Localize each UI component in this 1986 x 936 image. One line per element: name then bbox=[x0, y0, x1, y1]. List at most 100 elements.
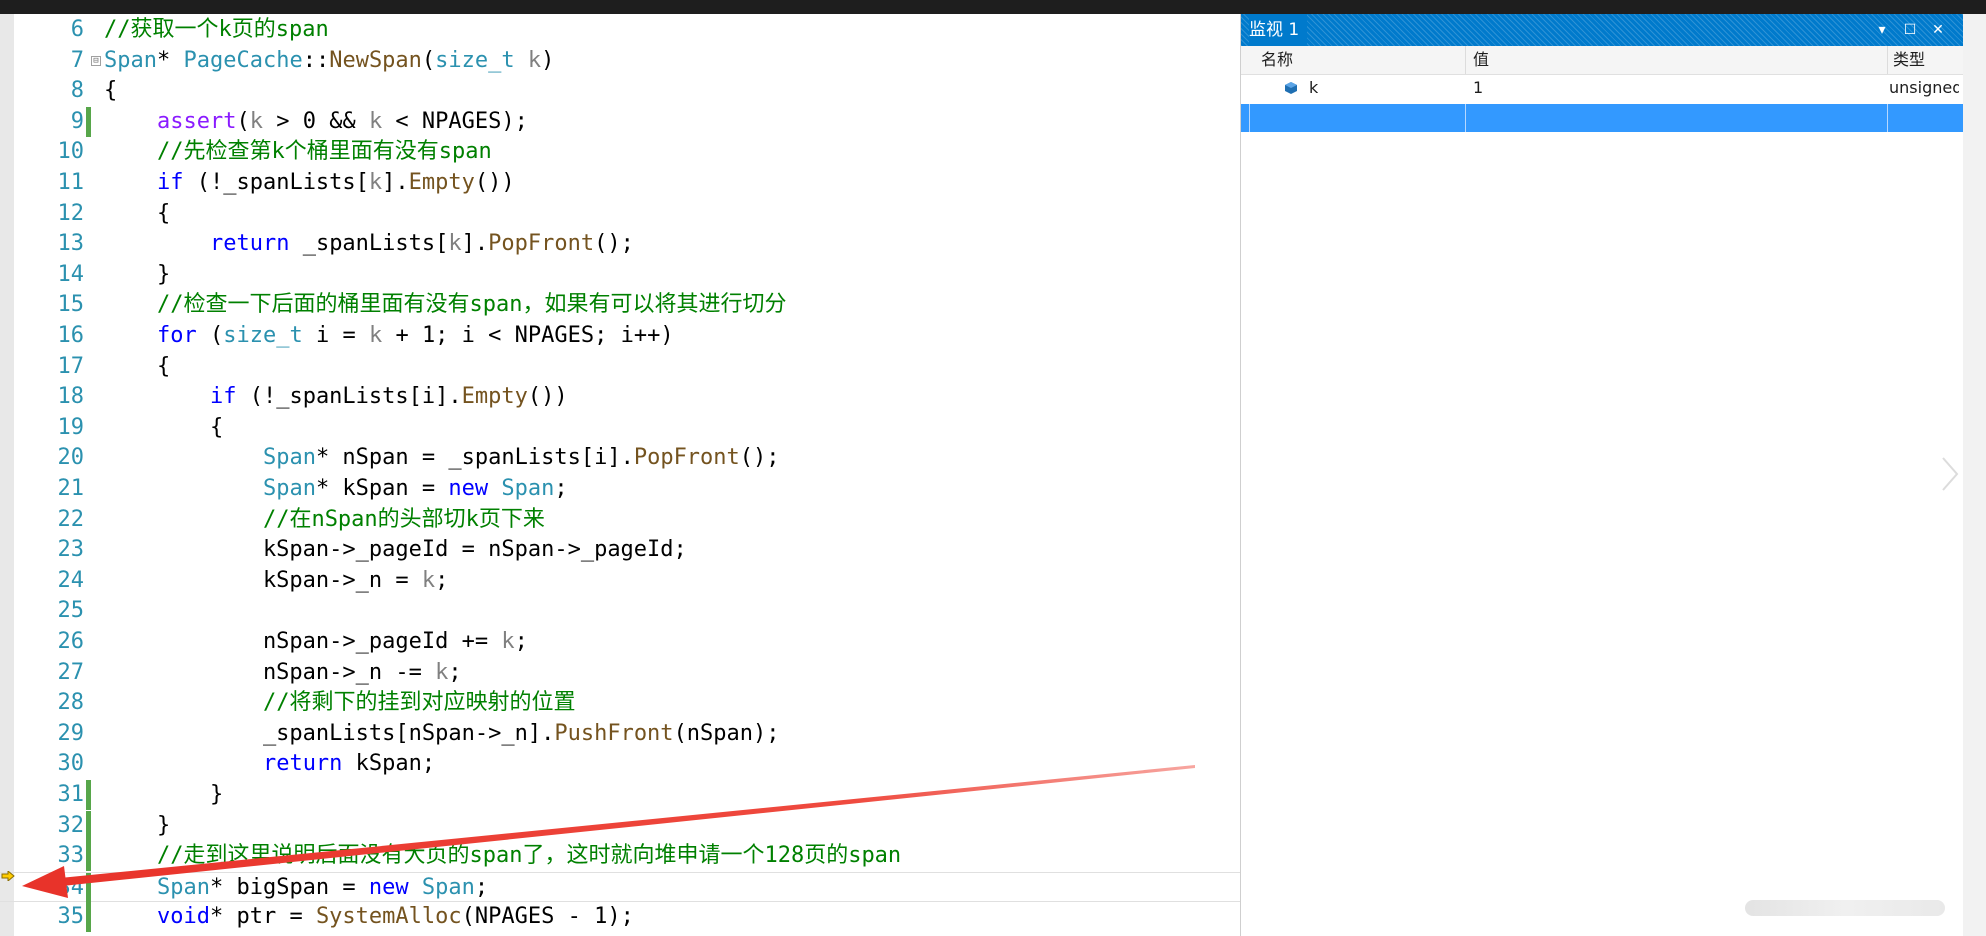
code-line[interactable]: 35 void* ptr = SystemAlloc(NPAGES - 1); bbox=[0, 902, 1240, 933]
line-number: 19 bbox=[57, 414, 85, 440]
code-token: Span bbox=[104, 47, 157, 73]
code-line[interactable]: 32 } bbox=[0, 810, 1240, 841]
code-text[interactable]: assert(k > 0 && k < NPAGES); bbox=[104, 107, 528, 137]
code-token: PushFront bbox=[554, 720, 674, 746]
code-text[interactable]: } bbox=[104, 780, 223, 810]
maximize-icon[interactable]: ☐ bbox=[1901, 21, 1919, 39]
column-header-name[interactable]: 名称 bbox=[1261, 46, 1293, 74]
code-token: + 1; i < NPAGES; i++) bbox=[382, 323, 674, 348]
code-token: //获取一个k页的span bbox=[104, 17, 329, 42]
column-divider[interactable] bbox=[1887, 46, 1888, 74]
code-text[interactable]: //获取一个k页的span bbox=[104, 15, 329, 45]
code-line[interactable]: 10 //先检查第k个桶里面有没有span bbox=[0, 137, 1240, 167]
change-indicator bbox=[86, 780, 91, 810]
code-line[interactable]: 25 bbox=[0, 596, 1240, 626]
code-line[interactable]: 13 return _spanLists[k].PopFront(); bbox=[0, 229, 1240, 259]
code-text[interactable]: } bbox=[104, 260, 170, 290]
watch-item-value[interactable]: 1 bbox=[1473, 74, 1483, 102]
code-text[interactable]: nSpan->_n -= k; bbox=[104, 658, 462, 688]
close-icon[interactable]: ✕ bbox=[1929, 21, 1947, 39]
code-line[interactable]: 15 //检查一下后面的桶里面有没有span，如果有可以将其进行切分 bbox=[0, 290, 1240, 320]
code-line[interactable]: 11 if (!_spanLists[k].Empty()) bbox=[0, 168, 1240, 198]
code-line[interactable]: 14 } bbox=[0, 260, 1240, 290]
code-token: { bbox=[104, 200, 171, 226]
code-line[interactable]: 16 for (size_t i = k + 1; i < NPAGES; i+… bbox=[0, 321, 1240, 351]
code-line[interactable]: 9 assert(k > 0 && k < NPAGES); bbox=[0, 106, 1240, 137]
code-text[interactable]: { bbox=[104, 413, 223, 443]
code-line[interactable]: 21 Span* kSpan = new Span; bbox=[0, 474, 1240, 504]
code-text[interactable]: } bbox=[104, 811, 170, 841]
code-token: (); bbox=[594, 231, 634, 257]
code-line-current[interactable]: 34 Span* bigSpan = new Span; bbox=[0, 871, 1240, 903]
code-token: (!_spanLists[ bbox=[183, 170, 369, 195]
code-line[interactable]: 26 nSpan->_pageId += k; bbox=[0, 627, 1240, 657]
code-line[interactable]: 29 _spanLists[nSpan->_n].PushFront(nSpan… bbox=[0, 719, 1240, 749]
code-line[interactable]: 6 //获取一个k页的span bbox=[0, 15, 1240, 45]
column-header-value[interactable]: 值 bbox=[1473, 46, 1489, 74]
code-text[interactable]: if (!_spanLists[i].Empty()) bbox=[104, 382, 568, 412]
code-text[interactable]: kSpan->_pageId = nSpan->_pageId; bbox=[104, 535, 687, 565]
code-text[interactable]: Span* nSpan = _spanLists[i].PopFront(); bbox=[104, 443, 780, 473]
code-text[interactable]: if (!_spanLists[k].Empty()) bbox=[104, 168, 515, 198]
code-text[interactable]: for (size_t i = k + 1; i < NPAGES; i++) bbox=[104, 321, 674, 351]
code-text[interactable]: Span* kSpan = new Span; bbox=[104, 474, 568, 504]
code-line[interactable]: 12 { bbox=[0, 199, 1240, 229]
line-number: 10 bbox=[57, 139, 85, 165]
code-token: ( bbox=[236, 108, 250, 134]
code-text[interactable]: Span* bigSpan = new Span; bbox=[104, 873, 488, 903]
code-text[interactable]: return _spanLists[k].PopFront(); bbox=[104, 229, 634, 259]
code-text[interactable]: //将剩下的挂到对应映射的位置 bbox=[104, 688, 576, 718]
code-line[interactable]: 30 return kSpan; bbox=[0, 749, 1240, 779]
code-text[interactable]: //先检查第k个桶里面有没有span bbox=[104, 137, 492, 167]
code-line[interactable]: 18 if (!_spanLists[i].Empty()) bbox=[0, 382, 1240, 412]
code-line[interactable]: 24 kSpan->_n = k; bbox=[0, 566, 1240, 596]
column-divider[interactable] bbox=[1465, 46, 1466, 74]
code-text[interactable]: //检查一下后面的桶里面有没有span，如果有可以将其进行切分 bbox=[104, 290, 786, 320]
line-number: 31 bbox=[57, 782, 85, 807]
code-line[interactable]: 33 //走到这里说明后面没有大页的span了，这时就向堆申请一个128页的sp… bbox=[0, 841, 1240, 872]
code-token: //走到这里说明后面没有大页的span了，这时就向堆申请一个128页的span bbox=[156, 843, 902, 869]
code-token: > 0 && bbox=[262, 108, 369, 134]
code-text[interactable]: { bbox=[104, 352, 170, 382]
watch-row[interactable]: k 1 unsigned bbox=[1241, 74, 1964, 102]
line-number: 18 bbox=[57, 384, 85, 410]
watch-item-name[interactable]: k bbox=[1309, 74, 1318, 102]
code-line[interactable]: 28 //将剩下的挂到对应映射的位置 bbox=[0, 688, 1240, 718]
code-text[interactable]: void* ptr = SystemAlloc(NPAGES - 1); bbox=[104, 902, 634, 932]
code-text[interactable]: _spanLists[nSpan->_n].PushFront(nSpan); bbox=[104, 719, 780, 749]
code-line[interactable]: 23 kSpan->_pageId = nSpan->_pageId; bbox=[0, 535, 1240, 565]
code-token: if bbox=[209, 384, 237, 410]
code-token: size_t bbox=[223, 323, 303, 348]
line-number: 11 bbox=[57, 170, 85, 195]
code-text[interactable]: kSpan->_n = k; bbox=[104, 566, 448, 596]
code-text[interactable]: { bbox=[104, 199, 170, 229]
code-line[interactable]: 17 { bbox=[0, 352, 1240, 382]
watch-title-bar[interactable]: 监视 1 ▾ ☐ ✕ bbox=[1241, 14, 1964, 46]
code-line[interactable]: 19 { bbox=[0, 413, 1240, 443]
column-header-type[interactable]: 类型 bbox=[1893, 46, 1925, 74]
code-line[interactable]: 8{ bbox=[0, 76, 1240, 106]
code-token: (); bbox=[739, 445, 780, 471]
code-token: * ptr = bbox=[209, 904, 316, 930]
watch-new-item-row[interactable] bbox=[1241, 104, 1963, 132]
code-text[interactable]: nSpan->_pageId += k; bbox=[104, 627, 528, 657]
code-text[interactable]: { bbox=[104, 76, 117, 106]
code-text[interactable]: //在nSpan的头部切k页下来 bbox=[104, 505, 545, 535]
code-token: return bbox=[262, 751, 343, 777]
code-line[interactable]: 7 ⊟ Span* PageCache::NewSpan(size_t k) bbox=[0, 46, 1240, 76]
code-line[interactable]: 20 Span* nSpan = _spanLists[i].PopFront(… bbox=[0, 443, 1240, 473]
code-line[interactable]: 31 } bbox=[0, 780, 1240, 810]
code-token: } bbox=[104, 261, 171, 287]
code-text[interactable]: //走到这里说明后面没有大页的span了，这时就向堆申请一个128页的span bbox=[104, 841, 901, 871]
dropdown-arrow-icon[interactable]: ▾ bbox=[1873, 21, 1891, 39]
code-token: (!_spanLists[i]. bbox=[236, 384, 462, 410]
code-text[interactable]: return kSpan; bbox=[104, 749, 435, 779]
code-text[interactable]: Span* PageCache::NewSpan(size_t k) bbox=[104, 46, 554, 76]
code-line[interactable]: 22 //在nSpan的头部切k页下来 bbox=[0, 505, 1240, 535]
code-line[interactable]: 27 nSpan->_n -= k; bbox=[0, 658, 1240, 688]
code-editor[interactable]: 6//获取一个k页的span 7 ⊟ Span* PageCache::NewSpan… bbox=[0, 14, 1240, 936]
chevron-right-icon[interactable] bbox=[1940, 455, 1960, 493]
collapse-icon[interactable]: ⊟ bbox=[91, 55, 101, 66]
